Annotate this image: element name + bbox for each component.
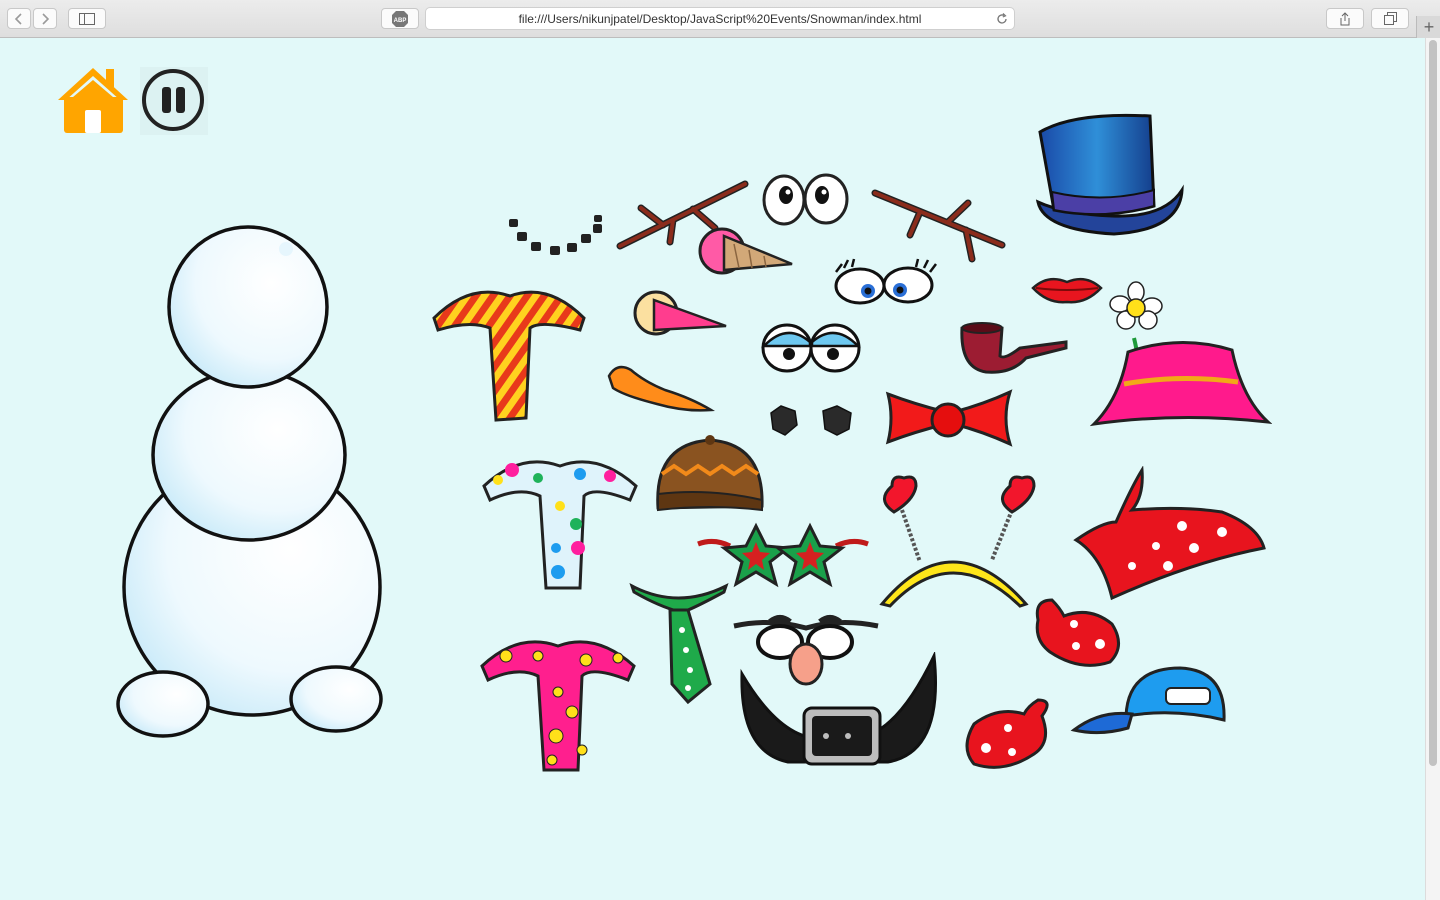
tabs-button[interactable] [1371,8,1409,29]
address-bar[interactable]: file:///Users/nikunjpatel/Desktop/JavaSc… [425,7,1015,30]
snowman-right-foot [289,665,383,733]
carrot-nose[interactable] [605,362,715,416]
belt[interactable] [738,652,942,774]
forward-button[interactable] [33,8,57,29]
snowman [116,225,383,738]
heart-headband[interactable] [872,470,1044,612]
snowman-middle [151,368,347,542]
pause-icon[interactable] [140,67,208,135]
green-tie[interactable] [628,580,730,708]
flower-scarf[interactable] [478,632,638,774]
coal-mouth[interactable] [505,212,609,260]
sidebar-icon [79,12,95,25]
sidebar-button[interactable] [68,8,106,29]
share-button[interactable] [1326,8,1364,29]
red-mitten[interactable] [1030,596,1124,670]
big-eyes[interactable] [762,173,854,227]
ice-cream-nose[interactable] [694,224,796,282]
adblock-button[interactable]: ABP [381,8,419,29]
home-icon[interactable] [56,66,130,136]
lady-eyes[interactable] [832,258,940,308]
chevron-right-icon [42,12,50,25]
bow-tie[interactable] [884,388,1014,448]
pipe[interactable] [956,318,1072,378]
back-button[interactable] [7,8,31,29]
sleepy-eyes[interactable] [760,320,864,376]
striped-scarf[interactable] [430,282,588,424]
browser-toolbar: ABP file:///Users/nikunjpatel/Desktop/Ja… [0,0,1440,38]
brown-beanie[interactable] [654,434,768,516]
red-bandana[interactable] [1072,466,1268,602]
snowman-left-foot [116,670,210,738]
tabs-icon [1383,12,1397,25]
polka-scarf[interactable] [480,452,640,592]
coal-eyes[interactable] [767,403,855,439]
stick-arm-right[interactable] [870,185,1008,265]
svg-text:ABP: ABP [394,18,407,24]
pink-carrot-nose[interactable] [632,288,730,340]
adblock-icon: ABP [392,10,408,27]
blue-cap[interactable] [1070,664,1228,738]
snowman-head [167,225,329,389]
share-icon [1340,11,1350,25]
chevron-left-icon [14,12,22,25]
top-hat[interactable] [1034,110,1186,242]
red-mitten-2[interactable] [958,696,1056,772]
flower-hat[interactable] [1090,278,1272,432]
new-tab-button[interactable]: + [1416,16,1440,38]
reload-icon[interactable] [996,13,1008,25]
url-text: file:///Users/nikunjpatel/Desktop/JavaSc… [518,11,922,26]
scrollbar-thumb[interactable] [1429,40,1437,766]
